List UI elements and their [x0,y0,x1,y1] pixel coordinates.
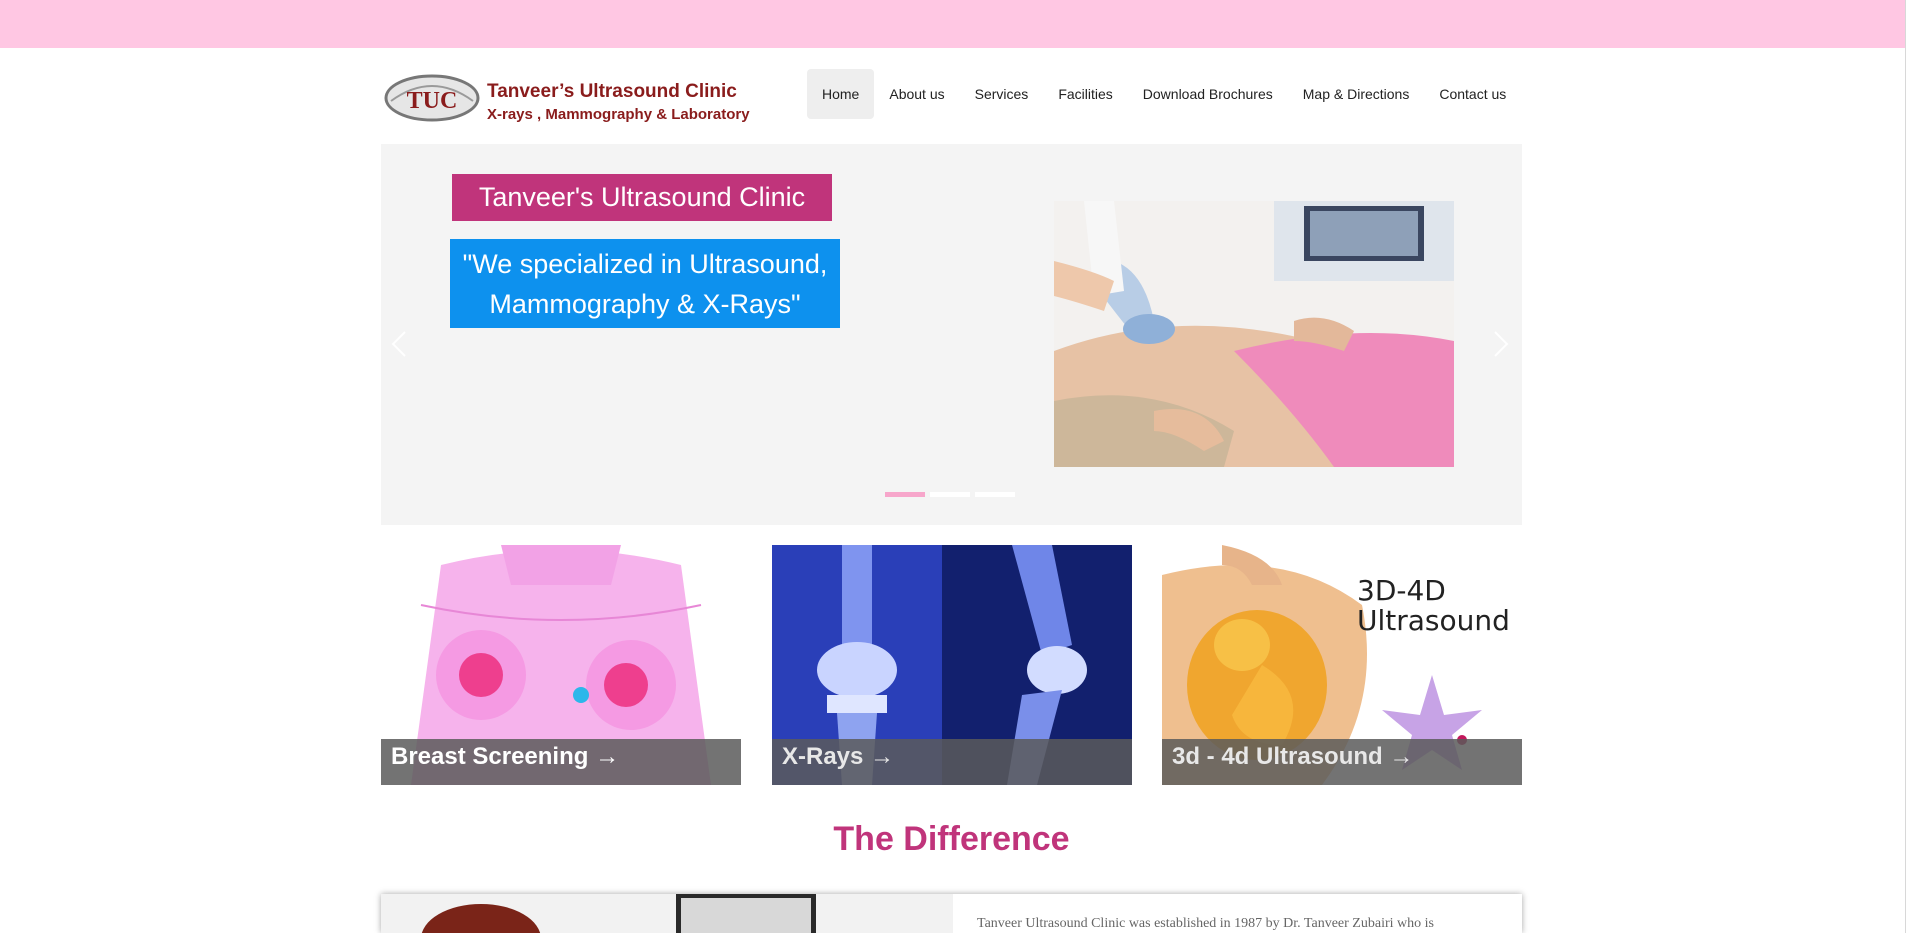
logo-initials: TUC [407,88,458,114]
logo-subtitle: X-rays , Mammography & Laboratory [487,106,750,123]
hero-slider: Tanveer's Ultrasound Clinic "We speciali… [381,144,1522,525]
nav-contact-us[interactable]: Contact us [1424,69,1521,119]
about-text: Tanveer Ultrasound Clinic was establishe… [977,916,1434,931]
chevron-left-icon [391,331,406,357]
ultrasound-image-text-1: 3D-4D [1357,574,1446,607]
nav-facilities[interactable]: Facilities [1043,69,1127,119]
logo-name: Tanveer’s Ultrasound Clinic [487,81,737,102]
top-banner [0,0,1906,48]
nav-services[interactable]: Services [960,69,1044,119]
slider-dot[interactable] [975,492,1015,497]
site-logo[interactable]: TUC Tanveer’s Ultrasound Clinic X-rays ,… [381,69,781,129]
nav-download-brochures[interactable]: Download Brochures [1128,69,1288,119]
main-nav: Home About us Services Facilities Downlo… [807,69,1521,119]
ultrasound-scan-photo [1054,201,1454,467]
slide-title: Tanveer's Ultrasound Clinic [452,174,832,221]
tile-x-rays[interactable]: X-Rays → [772,545,1132,785]
logo-emblem: TUC [384,74,480,122]
clinic-photo [381,894,953,933]
slider-pagination [885,492,1015,497]
slider-dot[interactable] [930,492,970,497]
slider-dot[interactable] [885,492,925,497]
slide-tagline: "We specialized in Ultrasound, Mammograp… [450,239,840,328]
site-header: TUC Tanveer’s Ultrasound Clinic X-rays ,… [381,59,1522,135]
tile-caption[interactable]: X-Rays → [772,739,1132,785]
service-tiles: Breast Screening → X-Rays → 3D-4D Ultras… [381,545,1522,785]
tile-caption[interactable]: Breast Screening → [381,739,741,785]
about-panel: Tanveer Ultrasound Clinic was establishe… [381,894,1522,933]
ultrasound-image-text-2: Ultrasound [1357,604,1510,637]
slider-next-button[interactable] [1489,324,1513,364]
tile-caption[interactable]: 3d - 4d Ultrasound → [1162,739,1522,785]
nav-about-us[interactable]: About us [874,69,959,119]
slide-tagline-line-2: Mammography & X-Rays" [489,289,801,319]
tile-breast-screening[interactable]: Breast Screening → [381,545,741,785]
slider-prev-button[interactable] [387,324,411,364]
section-title: The Difference [833,820,1070,858]
slide-tagline-line-1: "We specialized in Ultrasound, [462,249,828,279]
tile-3d-4d-ultrasound[interactable]: 3D-4D Ultrasound 3d - 4d Ultrasound → [1162,545,1522,785]
chevron-right-icon [1494,331,1509,357]
nav-map-directions[interactable]: Map & Directions [1288,69,1425,119]
nav-home[interactable]: Home [807,69,875,119]
